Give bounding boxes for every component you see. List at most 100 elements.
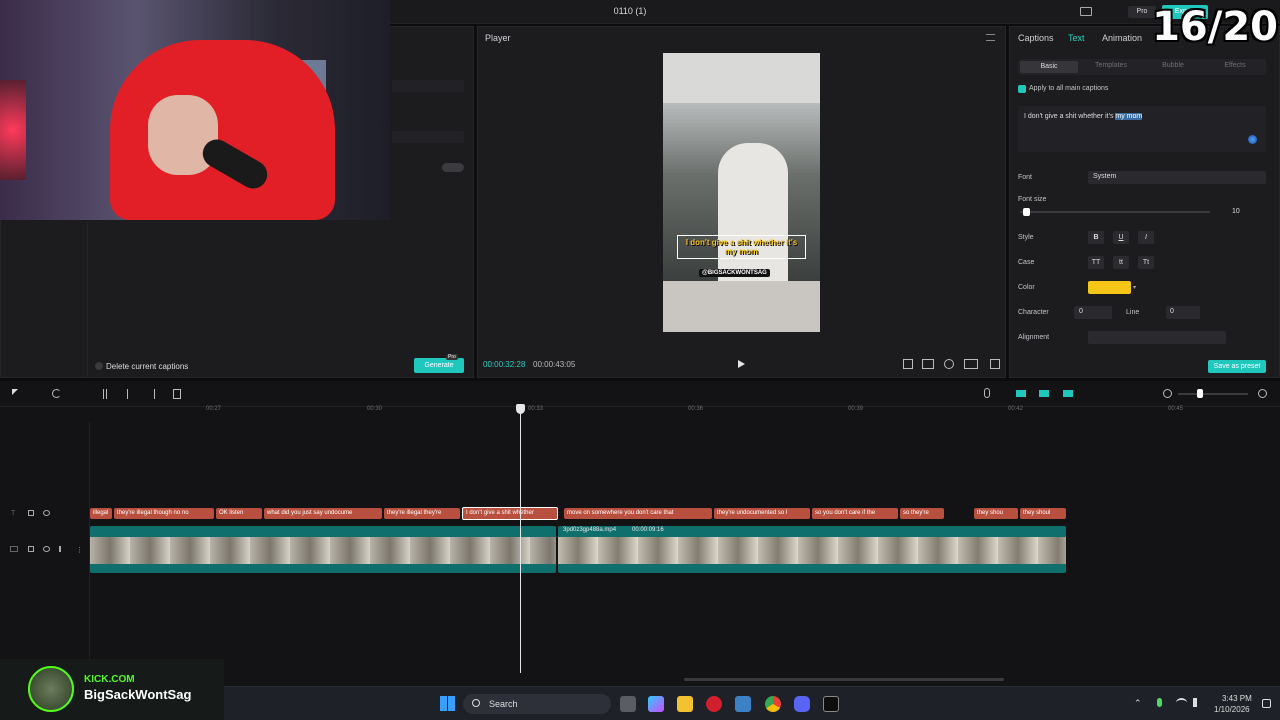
store-icon[interactable] [735,696,751,712]
ruler-tick: 00:36 [688,406,704,412]
subtab-basic[interactable]: Basic [1020,61,1078,73]
discord-icon[interactable] [794,696,810,712]
tray-mic-icon[interactable] [1157,698,1162,707]
split-right-icon[interactable] [151,389,155,399]
layout-icon[interactable] [1080,7,1092,16]
caption-clip-text: they shou [977,510,1004,516]
wifi-icon[interactable] [1176,698,1187,707]
bold-button[interactable]: B [1088,231,1104,244]
video-clip-1[interactable] [90,526,556,573]
zoom-in-icon[interactable] [1258,389,1267,398]
tab-captions[interactable]: Captions [1018,33,1054,43]
volume-icon[interactable] [1193,698,1201,707]
video-preview[interactable]: I don't give a shit whether it's my mom … [663,53,820,332]
streamer-name: BigSackWontSag [84,687,192,702]
tray-chevron-icon[interactable]: ⌃ [1134,698,1142,709]
horizontal-scrollbar[interactable] [684,678,1004,681]
caption-clip[interactable]: they shou [974,508,1018,519]
play-icon[interactable] [738,360,745,368]
caption-clip[interactable]: illegal [90,508,112,519]
lock-icon[interactable] [28,510,34,516]
caption-clip[interactable]: what did you just say undocume [264,508,382,519]
video-thumbnails [558,537,1066,564]
undo-icon[interactable] [52,389,61,398]
notification-icon[interactable] [1262,699,1271,708]
zoom-slider-knob[interactable] [1197,389,1203,398]
mic-icon[interactable] [984,388,990,398]
sync-icon[interactable] [903,359,913,369]
player-menu-icon[interactable] [986,34,995,41]
preview-axis-icon[interactable] [1063,390,1073,397]
eye-icon[interactable] [43,546,50,552]
file-explorer-icon[interactable] [677,696,693,712]
playhead[interactable] [520,405,521,673]
ratio-icon[interactable] [964,359,978,369]
tab-text[interactable]: Text [1068,33,1085,43]
lock-icon[interactable] [28,546,34,552]
font-size-slider-track[interactable] [1020,211,1210,213]
caption-clip[interactable]: they're undocumented so I [714,508,810,519]
link-icon[interactable] [1039,390,1049,397]
split-icon[interactable] [103,389,107,399]
subtab-templates[interactable]: Templates [1082,62,1140,69]
more-icon[interactable]: ⋮ [76,546,83,554]
ruler-tick: 00:39 [848,406,864,412]
taskbar-search[interactable]: Search [463,694,611,714]
taskbar-date[interactable]: 1/10/2026 [1214,705,1250,714]
subtab-bubble[interactable]: Bubble [1144,62,1202,69]
caption-clip-selected[interactable]: I don't give a shit whether [462,507,558,520]
caption-clip[interactable]: they're illegal though no no [114,508,214,519]
subtab-effects[interactable]: Effects [1206,62,1264,69]
magnet-icon[interactable] [1016,390,1026,397]
delete-captions-checkbox[interactable] [95,362,103,370]
color-swatch[interactable] [1088,281,1131,294]
chrome-icon[interactable] [765,696,781,712]
split-left-icon[interactable] [127,389,131,399]
playhead-handle[interactable] [516,404,525,414]
delete-icon[interactable] [173,389,181,399]
tab-animation[interactable]: Animation [1102,33,1142,43]
ai-assist-icon[interactable] [1248,135,1257,144]
case-lower-button[interactable]: tt [1113,256,1129,269]
alignment-buttons[interactable] [1088,331,1226,344]
character-input[interactable]: 0 [1074,306,1112,319]
taskbar-time[interactable]: 3:43 PM [1222,694,1252,703]
caption-clip[interactable]: they shoul [1020,508,1066,519]
capcut-icon[interactable] [823,696,839,712]
quality-icon[interactable] [922,359,934,369]
color-dropdown-icon[interactable]: ▾ [1133,284,1136,291]
windows-start-icon[interactable] [440,696,455,711]
font-size-slider-knob[interactable] [1022,208,1030,216]
opera-icon[interactable] [706,696,722,712]
line-label: Line [1126,309,1140,316]
italic-button[interactable]: I [1138,231,1154,244]
line-input[interactable]: 0 [1166,306,1200,319]
font-size-value[interactable]: 10 [1232,208,1240,215]
case-upper-button[interactable]: TT [1088,256,1104,269]
dropdown-2[interactable] [392,131,464,143]
caption-clip[interactable]: so they're [900,508,944,519]
underline-button[interactable]: U [1113,231,1129,244]
font-select[interactable]: System [1088,171,1266,184]
select-tool-icon[interactable] [12,389,18,395]
caption-clip[interactable]: move on somewhere you don't care that [564,508,712,519]
dropdown-1[interactable] [392,80,464,92]
fullscreen-icon[interactable] [990,359,1000,369]
caption-clip[interactable]: OK listen [216,508,262,519]
apply-all-checkbox[interactable] [1018,85,1026,93]
crop-icon[interactable] [944,359,954,369]
generate-button[interactable]: Generate [414,358,464,373]
eye-icon[interactable] [43,510,50,516]
toggle-switch[interactable] [442,163,464,172]
zoom-slider-track[interactable] [1178,393,1248,395]
caption-clip[interactable]: they're illegal they're [384,508,460,519]
copilot-icon[interactable] [648,696,664,712]
caption-clip[interactable]: so you don't care if the [812,508,898,519]
zoom-out-icon[interactable] [1163,389,1172,398]
save-preset-button[interactable]: Save as preset [1208,360,1266,373]
video-clip-2[interactable]: 3pd0z3gp488a.mp4 00:00:09:16 [558,526,1066,573]
case-title-button[interactable]: Tt [1138,256,1154,269]
audio-icon[interactable] [59,546,66,552]
caption-clip-text: illegal [93,510,109,516]
task-view-icon[interactable] [620,696,636,712]
